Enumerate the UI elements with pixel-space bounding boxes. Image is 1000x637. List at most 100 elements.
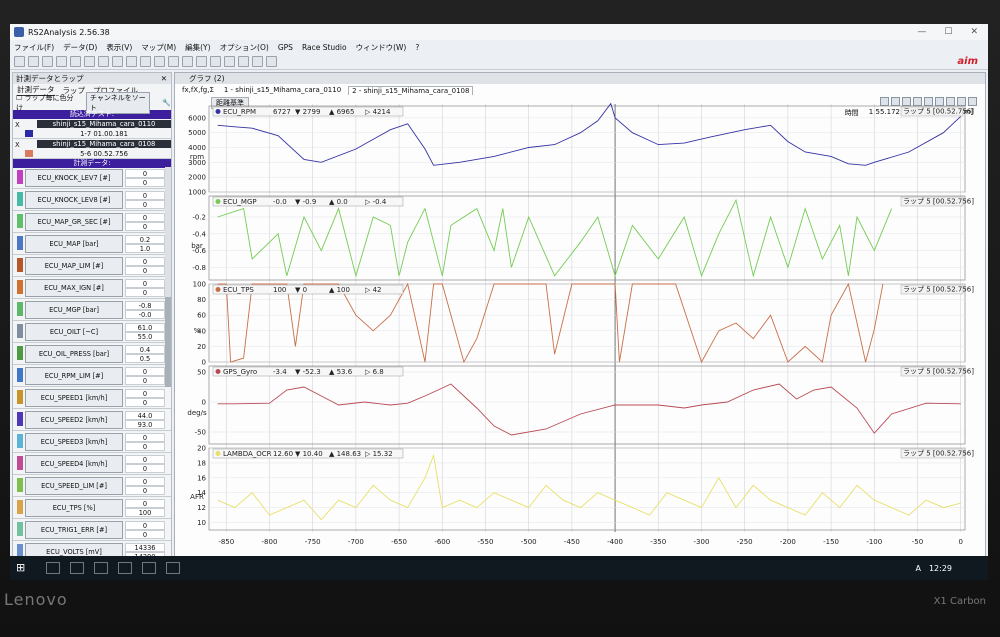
lap-color-checkbox[interactable]: ☐ ラップ毎に色分け: [16, 93, 74, 113]
y-tick-label: 4000: [188, 144, 206, 152]
channel-button[interactable]: ECU_MGP [bar]: [25, 301, 123, 319]
map-icon[interactable]: [56, 56, 67, 67]
channel-button[interactable]: ECU_SPEED3 [km/h]: [25, 433, 123, 451]
channel-row[interactable]: ECU_KNOCK_LEV8 [#] 0 0: [13, 189, 171, 211]
menu-race-studio[interactable]: Race Studio: [302, 43, 347, 52]
channel-color-swatch: [17, 412, 23, 426]
channel-row[interactable]: ECU_RPM_LIM [#] 0 0: [13, 365, 171, 387]
remove-session-icon[interactable]: X: [15, 121, 20, 129]
scrollbar-thumb[interactable]: [165, 297, 171, 387]
menu-map[interactable]: マップ(M): [141, 42, 176, 53]
channel-button[interactable]: ECU_OIL_PRESS [bar]: [25, 345, 123, 363]
y-axis-label: AFR: [190, 493, 204, 501]
chart-icon[interactable]: [28, 56, 39, 67]
wrench-icon[interactable]: 🔧: [162, 99, 171, 107]
channel-button[interactable]: ECU_SPEED1 [km/h]: [25, 389, 123, 407]
channel-scrollbar[interactable]: [165, 167, 171, 387]
start-button[interactable]: ⊞: [16, 561, 36, 575]
session-row[interactable]: X shinji_s15_Mihama_cara_0108 5-6 00.52.…: [13, 139, 171, 159]
channel-button[interactable]: ECU_MAX_IGN [#]: [25, 279, 123, 297]
settings-icon[interactable]: [238, 56, 249, 67]
maximize-button[interactable]: ☐: [944, 27, 952, 37]
channel-row[interactable]: ECU_SPEED3 [km/h] 0 0: [13, 431, 171, 453]
clock[interactable]: 12:29: [929, 564, 952, 573]
compare-icon[interactable]: [182, 56, 193, 67]
channel-button[interactable]: ECU_KNOCK_LEV7 [#]: [25, 169, 123, 187]
channel-row[interactable]: ECU_SPEED_LIM [#] 0 0: [13, 475, 171, 497]
channel-row[interactable]: ECU_MAP_GR_SEC [#] 0 0: [13, 211, 171, 233]
menu-edit[interactable]: 編集(Y): [185, 42, 210, 53]
channel-row[interactable]: ECU_SPEED4 [km/h] 0 0: [13, 453, 171, 475]
tab-functions[interactable]: fx,fX,fg,Σ: [179, 86, 217, 94]
channel-button[interactable]: ECU_SPEED2 [km/h]: [25, 411, 123, 429]
menu-view[interactable]: 表示(V): [106, 42, 132, 53]
tab-session-2[interactable]: 2 - shinji_s15_Mihama_cara_0108: [348, 85, 474, 95]
table-icon[interactable]: [70, 56, 81, 67]
channel-button[interactable]: ECU_RPM_LIM [#]: [25, 367, 123, 385]
channel-button[interactable]: ECU_MAP_GR_SEC [#]: [25, 213, 123, 231]
open-icon[interactable]: [14, 56, 25, 67]
channel-row[interactable]: ECU_MAX_IGN [#] 0 0: [13, 277, 171, 299]
app-rs2-icon[interactable]: [142, 562, 156, 574]
channel-button[interactable]: ECU_SPEED_LIM [#]: [25, 477, 123, 495]
panel-close-icon[interactable]: ✕: [161, 74, 171, 83]
series-current-value: 6727: [273, 108, 291, 116]
y-tick-label: -0.2: [192, 214, 206, 222]
tab-session-1[interactable]: 1 - shinji_s15_Mihama_cara_0110: [221, 86, 344, 94]
channel-button[interactable]: ECU_SPEED4 [km/h]: [25, 455, 123, 473]
channel-row[interactable]: ECU_SPEED2 [km/h] 44.0 93.0: [13, 409, 171, 431]
export-icon[interactable]: [224, 56, 235, 67]
channel-row[interactable]: ECU_TRIG1_ERR [#] 0 0: [13, 519, 171, 541]
report-icon[interactable]: [168, 56, 179, 67]
device-icon[interactable]: [266, 56, 277, 67]
track-icon[interactable]: [126, 56, 137, 67]
video-icon[interactable]: [140, 56, 151, 67]
channel-plots[interactable]: -850 -800 -750 -700 -650 -600 -550 -500 -450 -400…: [175, 100, 985, 552]
series-line: [217, 453, 961, 521]
menu-help[interactable]: ?: [415, 43, 419, 52]
channel-row[interactable]: ECU_SPEED1 [km/h] 0 0: [13, 387, 171, 409]
wave-icon[interactable]: [252, 56, 263, 67]
menu-data[interactable]: データ(D): [63, 42, 97, 53]
search-icon[interactable]: [46, 562, 60, 574]
session-row[interactable]: X shinji_s15_Mihama_cara_0110 1-7 01.00.…: [13, 119, 171, 139]
series-line: [217, 282, 884, 364]
channel-button[interactable]: ECU_OILT [~C]: [25, 323, 123, 341]
channel-row[interactable]: ECU_MAP_LIM [#] 0 0: [13, 255, 171, 277]
measures-icon[interactable]: [84, 56, 95, 67]
channel-row[interactable]: ECU_OILT [~C] 61.0 55.0: [13, 321, 171, 343]
channel-row[interactable]: ECU_OIL_PRESS [bar] 0.4 0.5: [13, 343, 171, 365]
explorer-icon[interactable]: [94, 562, 108, 574]
gauge-icon[interactable]: [112, 56, 123, 67]
channel-row[interactable]: ECU_MAP [bar] 0.2 1.0: [13, 233, 171, 255]
math-icon[interactable]: [154, 56, 165, 67]
filter-icon[interactable]: [196, 56, 207, 67]
channel-button[interactable]: ECU_TRIG1_ERR [#]: [25, 521, 123, 539]
channel-row[interactable]: ECU_TPS [%] 0 100: [13, 497, 171, 519]
menu-file[interactable]: ファイル(F): [14, 42, 54, 53]
menu-options[interactable]: オプション(O): [220, 42, 269, 53]
panel-title-text: 計測データとラップ: [16, 74, 84, 83]
remove-session-icon[interactable]: X: [15, 141, 20, 149]
close-button[interactable]: ✕: [970, 27, 978, 37]
scatter-icon[interactable]: [98, 56, 109, 67]
channel-row[interactable]: ECU_KNOCK_LEV7 [#] 0 0: [13, 167, 171, 189]
minimize-button[interactable]: —: [917, 27, 926, 37]
task-view-icon[interactable]: [70, 562, 84, 574]
menu-window[interactable]: ウィンドウ(W): [356, 42, 407, 53]
channel-value-session1: 0: [125, 455, 165, 464]
channel-button[interactable]: ECU_MAP [bar]: [25, 235, 123, 253]
browser-icon[interactable]: [166, 562, 180, 574]
print-icon[interactable]: [210, 56, 221, 67]
histogram-icon[interactable]: [42, 56, 53, 67]
channel-row[interactable]: ECU_MGP [bar] -0.8 -0.0: [13, 299, 171, 321]
ime-indicator[interactable]: A: [915, 564, 920, 573]
graph-title-text: グラフ (2): [189, 74, 225, 83]
channel-button[interactable]: ECU_TPS [%]: [25, 499, 123, 517]
channel-value-session2: 0: [125, 442, 165, 451]
y-axis-label: rpm: [190, 153, 204, 161]
store-icon[interactable]: [118, 562, 132, 574]
channel-button[interactable]: ECU_KNOCK_LEV8 [#]: [25, 191, 123, 209]
channel-button[interactable]: ECU_MAP_LIM [#]: [25, 257, 123, 275]
menu-gps[interactable]: GPS: [278, 43, 293, 52]
